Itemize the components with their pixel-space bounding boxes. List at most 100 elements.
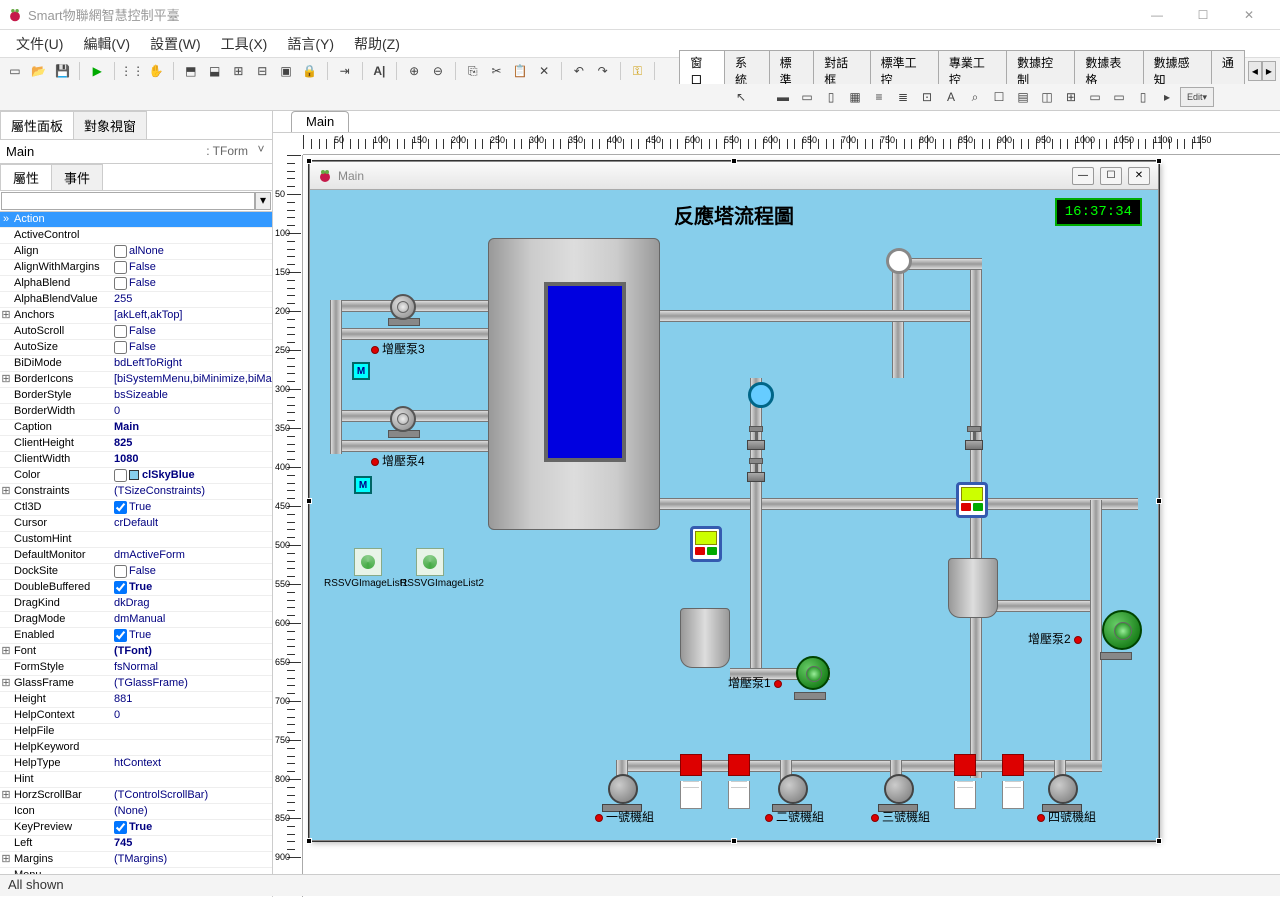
property-row[interactable]: ⊞GlassFrame(TGlassFrame): [0, 676, 272, 692]
property-value[interactable]: clSkyBlue: [112, 468, 272, 483]
property-value[interactable]: dkDrag: [112, 596, 272, 611]
key-icon[interactable]: ⚿: [627, 61, 649, 81]
expand-icon[interactable]: [0, 660, 12, 675]
imagelist-icon[interactable]: [416, 548, 444, 576]
w15-icon[interactable]: ▭: [1108, 87, 1130, 107]
pointer-icon[interactable]: ↖: [730, 87, 752, 107]
bring-front-icon[interactable]: ⬓: [204, 61, 226, 81]
property-value[interactable]: (TControlScrollBar): [112, 788, 272, 803]
property-value[interactable]: [112, 740, 272, 755]
menu-file[interactable]: 文件(U): [6, 30, 73, 58]
paste-icon[interactable]: 📋: [509, 61, 531, 81]
property-value[interactable]: (TGlassFrame): [112, 676, 272, 691]
property-row[interactable]: DockSiteFalse: [0, 564, 272, 580]
w-edit-icon[interactable]: Edit▾: [1180, 87, 1214, 107]
save-icon[interactable]: 💾: [52, 61, 74, 81]
property-row[interactable]: BiDiModebdLeftToRight: [0, 356, 272, 372]
object-dropdown-icon[interactable]: ˅: [252, 142, 270, 161]
property-row[interactable]: ⊞Font(TFont): [0, 644, 272, 660]
property-value[interactable]: False: [112, 260, 272, 275]
property-value[interactable]: 881: [112, 692, 272, 707]
property-row[interactable]: DefaultMonitordmActiveForm: [0, 548, 272, 564]
property-row[interactable]: ActiveControl: [0, 228, 272, 244]
w9-icon[interactable]: ⌕: [964, 87, 986, 107]
property-checkbox[interactable]: [114, 341, 127, 354]
menu-tools[interactable]: 工具(X): [211, 30, 278, 58]
new-icon[interactable]: ▭: [4, 61, 26, 81]
property-value[interactable]: (TMargins): [112, 852, 272, 867]
property-row[interactable]: HelpFile: [0, 724, 272, 740]
menu-edit[interactable]: 編輯(V): [73, 30, 140, 58]
expand-icon[interactable]: [0, 804, 12, 819]
lock-icon[interactable]: 🔒: [299, 61, 321, 81]
ungroup-icon[interactable]: ⊟: [251, 61, 273, 81]
w4-icon[interactable]: ▦: [844, 87, 866, 107]
copy-icon[interactable]: ⎘: [462, 61, 484, 81]
expand-icon[interactable]: [0, 244, 12, 259]
object-selector[interactable]: Main : TForm ˅: [0, 140, 272, 164]
hand-icon[interactable]: ✋: [145, 61, 167, 81]
select-icon[interactable]: ▣: [275, 61, 297, 81]
property-value[interactable]: 0: [112, 708, 272, 723]
open-icon[interactable]: 📂: [28, 61, 50, 81]
expand-icon[interactable]: [0, 436, 12, 451]
property-row[interactable]: AutoScrollFalse: [0, 324, 272, 340]
expand-icon[interactable]: [0, 340, 12, 355]
property-checkbox[interactable]: [114, 277, 127, 290]
property-row[interactable]: »Action: [0, 212, 272, 228]
expand-icon[interactable]: [0, 356, 12, 371]
property-row[interactable]: DragModedmManual: [0, 612, 272, 628]
property-value[interactable]: crDefault: [112, 516, 272, 531]
expand-icon[interactable]: »: [0, 212, 12, 227]
w13-icon[interactable]: ⊞: [1060, 87, 1082, 107]
property-value[interactable]: 745: [112, 836, 272, 851]
align-icon[interactable]: ⋮⋮: [121, 61, 143, 81]
property-value[interactable]: [112, 724, 272, 739]
maximize-button[interactable]: ☐: [1180, 0, 1226, 30]
property-row[interactable]: DoubleBufferedTrue: [0, 580, 272, 596]
expand-icon[interactable]: [0, 740, 12, 755]
property-row[interactable]: Ctl3DTrue: [0, 500, 272, 516]
property-value[interactable]: [akLeft,akTop]: [112, 308, 272, 323]
property-row[interactable]: Height881: [0, 692, 272, 708]
w8-icon[interactable]: A: [940, 87, 962, 107]
property-row[interactable]: KeyPreviewTrue: [0, 820, 272, 836]
property-row[interactable]: CursorcrDefault: [0, 516, 272, 532]
property-checkbox[interactable]: [114, 261, 127, 274]
property-value[interactable]: False: [112, 324, 272, 339]
expand-icon[interactable]: [0, 500, 12, 515]
expand-icon[interactable]: [0, 420, 12, 435]
property-value[interactable]: fsNormal: [112, 660, 272, 675]
property-list[interactable]: »ActionActiveControlAlignalNoneAlignWith…: [0, 212, 272, 897]
property-value[interactable]: True: [112, 580, 272, 595]
property-row[interactable]: CustomHint: [0, 532, 272, 548]
property-search-dropdown-icon[interactable]: ▾: [255, 192, 271, 210]
w5-icon[interactable]: ≡: [868, 87, 890, 107]
send-back-icon[interactable]: ⬒: [180, 61, 202, 81]
undo-icon[interactable]: ↶: [568, 61, 590, 81]
property-row[interactable]: Hint: [0, 772, 272, 788]
w7-icon[interactable]: ⊡: [916, 87, 938, 107]
form-min-icon[interactable]: —: [1072, 167, 1094, 185]
property-row[interactable]: AlphaBlendFalse: [0, 276, 272, 292]
property-row[interactable]: Icon(None): [0, 804, 272, 820]
w11-icon[interactable]: ▤: [1012, 87, 1034, 107]
property-row[interactable]: Left745: [0, 836, 272, 852]
design-canvas[interactable]: Main — ☐ ✕ 反應塔流程圖 16:37:34: [303, 155, 1280, 897]
tab-prop-panel[interactable]: 屬性面板: [0, 111, 74, 139]
property-row[interactable]: ClientWidth1080: [0, 452, 272, 468]
expand-icon[interactable]: [0, 260, 12, 275]
w2-icon[interactable]: ▭: [796, 87, 818, 107]
property-row[interactable]: BorderStylebsSizeable: [0, 388, 272, 404]
expand-icon[interactable]: [0, 276, 12, 291]
property-checkbox[interactable]: [114, 469, 127, 482]
property-row[interactable]: DragKinddkDrag: [0, 596, 272, 612]
property-row[interactable]: ⊞HorzScrollBar(TControlScrollBar): [0, 788, 272, 804]
property-value[interactable]: bsSizeable: [112, 388, 272, 403]
property-value[interactable]: (None): [112, 804, 272, 819]
property-checkbox[interactable]: [114, 629, 127, 642]
redo-icon[interactable]: ↷: [592, 61, 614, 81]
expand-icon[interactable]: [0, 548, 12, 563]
expand-icon[interactable]: [0, 404, 12, 419]
tab-icon[interactable]: ⇥: [334, 61, 356, 81]
